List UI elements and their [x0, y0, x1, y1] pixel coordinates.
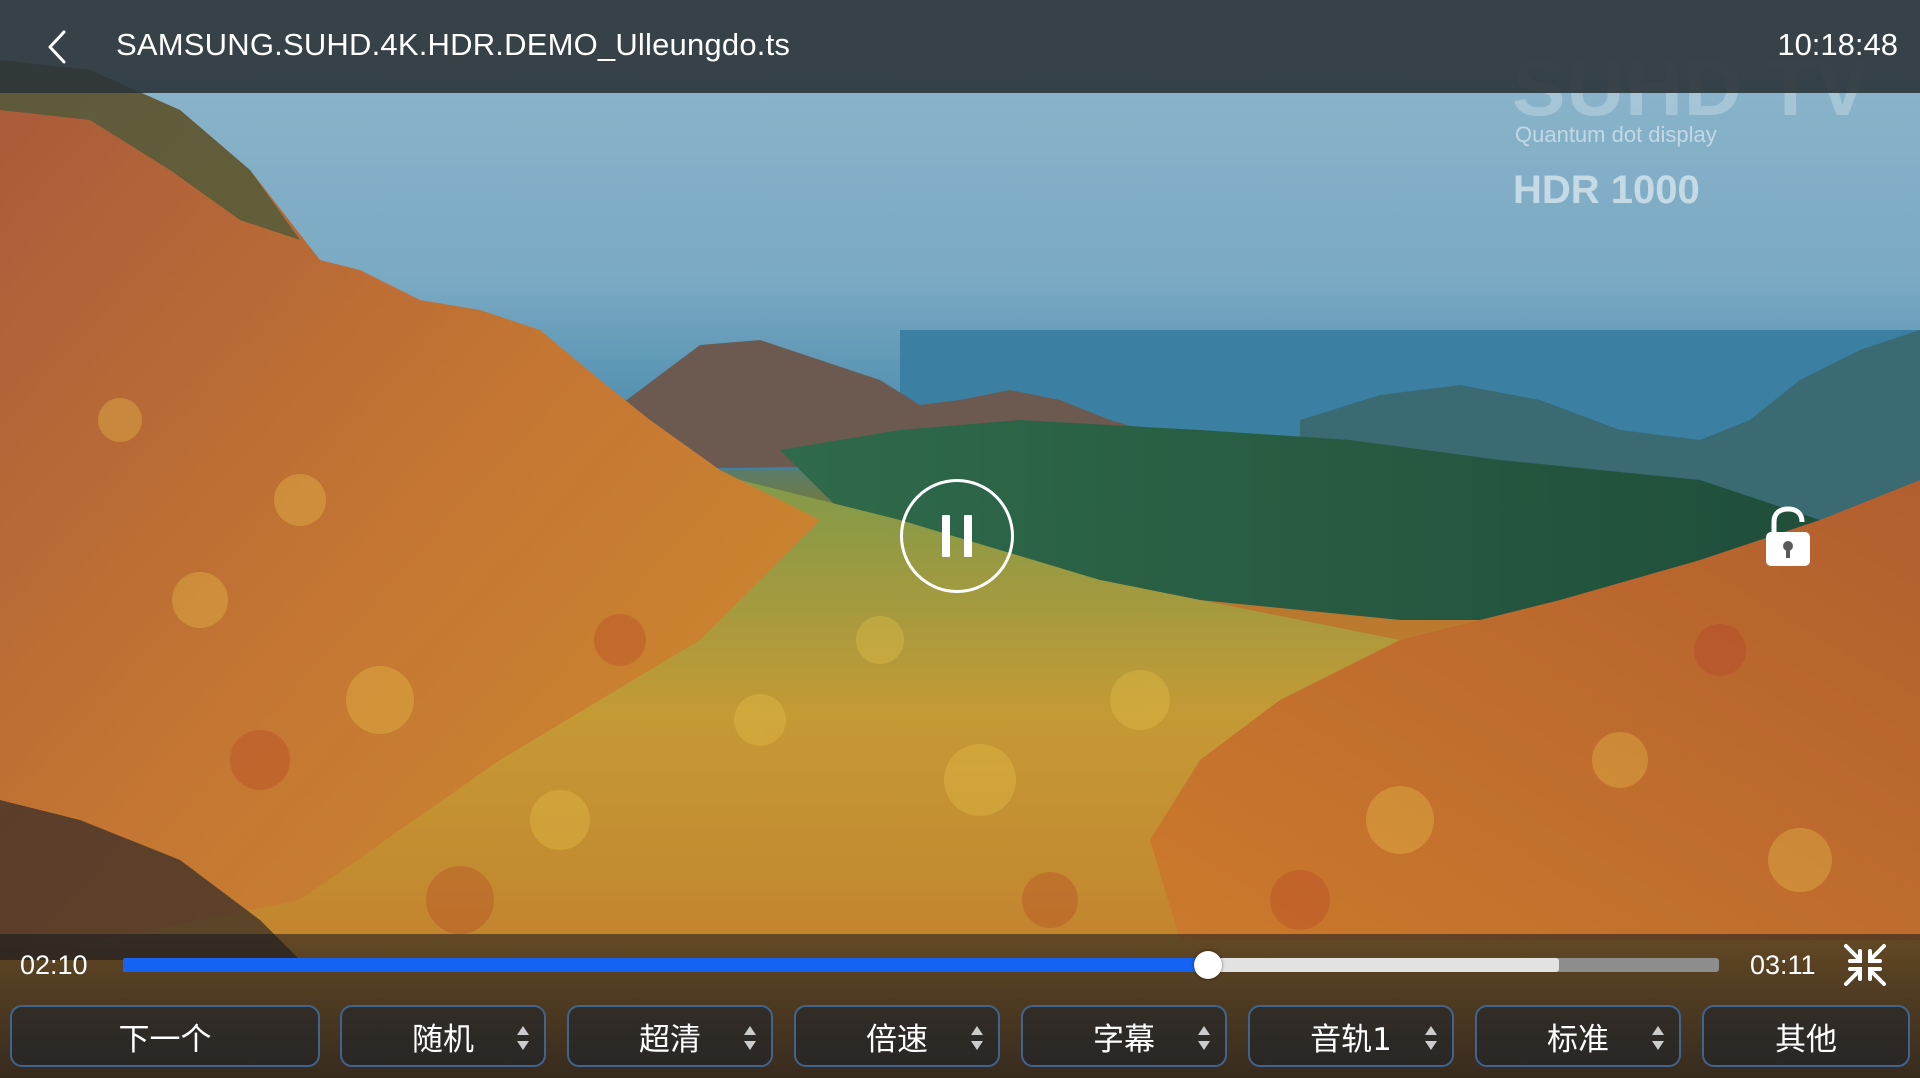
subtitle-label: 字幕 [1093, 1021, 1155, 1058]
sort-arrows-icon [744, 1026, 756, 1050]
watermark-tagline: Quantum dot display [1515, 122, 1717, 147]
sort-arrows-icon [517, 1026, 529, 1050]
top-bar: SAMSUNG.SUHD.4K.HDR.DEMO_Ulleungdo.ts 10… [0, 0, 1920, 93]
exit-fullscreen-button[interactable] [1842, 942, 1888, 988]
next-button[interactable]: 下一个 [10, 1005, 320, 1067]
audio-track-button[interactable]: 音轨1 [1248, 1005, 1454, 1067]
subtitle-button[interactable]: 字幕 [1021, 1005, 1227, 1067]
sort-arrows-icon [971, 1026, 983, 1050]
audio-track-label: 音轨1 [1310, 1021, 1392, 1058]
screen-lock-button[interactable] [1762, 506, 1814, 570]
speed-button[interactable]: 倍速 [794, 1005, 1000, 1067]
system-clock: 10:18:48 [1777, 27, 1898, 62]
sort-arrows-icon [1652, 1026, 1664, 1050]
next-button-label: 下一个 [118, 1021, 212, 1058]
sort-arrows-icon [1425, 1026, 1437, 1050]
aspect-ratio-label: 标准 [1547, 1021, 1609, 1058]
current-time: 02:10 [20, 950, 88, 980]
speed-label: 倍速 [866, 1021, 928, 1058]
watermark-hdr: HDR 1000 [1513, 168, 1700, 212]
video-title: SAMSUNG.SUHD.4K.HDR.DEMO_Ulleungdo.ts [116, 27, 791, 62]
played-progress [123, 958, 1209, 972]
pause-icon [942, 515, 950, 557]
quality-label: 超清 [639, 1021, 701, 1058]
sort-arrows-icon [1198, 1026, 1210, 1050]
quality-button[interactable]: 超清 [567, 1005, 773, 1067]
more-options-label: 其他 [1775, 1021, 1837, 1058]
unlock-icon [1766, 506, 1810, 566]
chevron-left-icon [48, 30, 66, 64]
exit-fullscreen-icon [1844, 944, 1886, 986]
back-button[interactable] [34, 24, 80, 70]
shuffle-mode-label: 随机 [412, 1021, 474, 1058]
seek-bar[interactable] [123, 951, 1719, 979]
shuffle-mode-button[interactable]: 随机 [340, 1005, 546, 1067]
pause-button[interactable] [900, 479, 1014, 593]
aspect-ratio-button[interactable]: 标准 [1475, 1005, 1681, 1067]
more-options-button[interactable]: 其他 [1702, 1005, 1910, 1067]
total-time: 03:11 [1750, 950, 1816, 980]
